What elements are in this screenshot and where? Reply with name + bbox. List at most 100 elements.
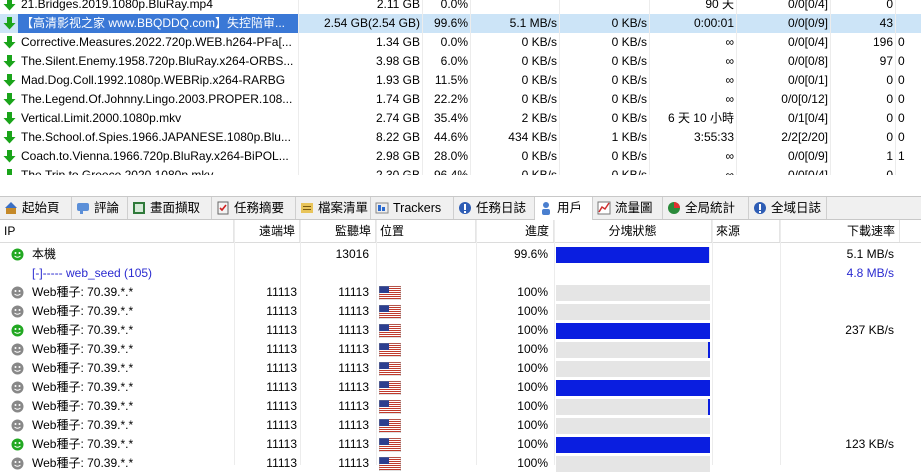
peer-row[interactable]: Web種子: 70.39.*.* 11113 11113 100% 123 KB/s — [0, 435, 921, 454]
peer-ip: 本機 — [32, 247, 57, 261]
peer-row[interactable]: [-]----- web_seed (105) 4.8 MB/s — [0, 264, 921, 283]
torrent-row[interactable]: Coach.to.Vienna.1966.720p.BluRay.x264-Bi… — [0, 147, 921, 166]
peer-progress: 100% — [517, 323, 548, 337]
torrent-extra: 0 — [898, 54, 905, 68]
peer-row[interactable]: Web種子: 70.39.*.* 11113 11113 100% — [0, 416, 921, 435]
peer-ip: Web種子: 70.39.*.* — [32, 456, 134, 470]
peer-listen-port — [300, 264, 372, 283]
peer-row[interactable]: Web種子: 70.39.*.* 11113 11113 100% — [0, 283, 921, 302]
peer-download-speed: 4.8 MB/s — [846, 266, 894, 280]
torrent-size: 2.30 GB — [299, 166, 423, 175]
tab-label: 全局統計 — [685, 201, 736, 215]
torrent-percent: 35.4% — [423, 109, 471, 128]
screenshot-icon — [133, 202, 145, 214]
torrent-row[interactable]: 21.Bridges.2019.1080p.BluRay.mp4 2.11 GB 0… — [0, 0, 921, 14]
column-remote-port[interactable]: 遠端埠 — [234, 220, 300, 242]
torrent-download-speed — [471, 0, 560, 14]
torrent-download-speed: 0 KB/s — [471, 147, 560, 166]
torrent-extra: 0 — [898, 130, 905, 144]
torrent-peers: 2/2[2/20] — [737, 128, 831, 147]
column-download-speed[interactable]: 下載速率 — [780, 220, 900, 242]
peer-progress: 100% — [517, 342, 548, 356]
torrent-eta: ∞ — [650, 147, 737, 166]
tab-task-log[interactable]: 任務日誌 — [454, 197, 535, 219]
idle-peer-icon — [11, 362, 24, 375]
torrent-upload-speed: 0 KB/s — [560, 71, 650, 90]
tab-screenshot[interactable]: 畫面擷取 — [128, 197, 212, 219]
us-flag-icon — [379, 286, 401, 300]
torrent-percent: 96.4% — [423, 166, 471, 175]
peer-progress: 100% — [517, 380, 548, 394]
tab-global-stats[interactable]: 全局統計 — [663, 197, 749, 219]
torrent-seeds: 1 — [831, 147, 896, 166]
peer-remote-port: 11113 — [266, 399, 297, 413]
tab-trackers[interactable]: Trackers — [371, 197, 454, 219]
torrent-row[interactable]: Vertical.Limit.2000.1080p.mkv 2.74 GB 35.4… — [0, 109, 921, 128]
peer-row[interactable]: Web種子: 70.39.*.* 11113 11113 100% — [0, 397, 921, 416]
torrent-download-speed: 0 KB/s — [471, 33, 560, 52]
torrent-row[interactable]: The.Trip.to.Greece.2020.1080p.mkv 2.30 GB… — [0, 166, 921, 175]
idle-peer-icon — [11, 381, 24, 394]
summary-icon — [217, 201, 229, 215]
torrent-row[interactable]: Corrective.Measures.2022.720p.WEB.h264-P… — [0, 33, 921, 52]
torrent-row[interactable]: The.Silent.Enemy.1958.720p.BluRay.x264-O… — [0, 52, 921, 71]
column-source[interactable]: 來源 — [712, 220, 780, 242]
torrent-eta: ∞ — [650, 166, 737, 175]
piece-map-tick — [708, 399, 710, 415]
tab-users[interactable]: 用戶 — [535, 197, 593, 220]
peer-row[interactable]: Web種子: 70.39.*.* 11113 11113 100% — [0, 359, 921, 378]
active-peer-icon — [11, 248, 24, 261]
torrent-name: The.Legend.Of.Johnny.Lingo.2003.PROPER.1… — [18, 90, 299, 109]
tab-label: 全域日誌 — [771, 201, 822, 215]
column-pieces[interactable]: 分塊狀態 — [554, 220, 712, 242]
torrent-row[interactable]: 【高清影视之家 www.BBQDDQ.com】失控陪审... 2.54 GB(2.… — [0, 14, 921, 33]
torrent-download-speed: 0 KB/s — [471, 52, 560, 71]
peer-progress: 100% — [517, 361, 548, 375]
tab-label: 評論 — [94, 201, 120, 215]
torrent-eta: 3:55:33 — [650, 128, 737, 147]
column-progress[interactable]: 進度 — [476, 220, 554, 242]
torrent-extra: 0 — [898, 35, 905, 49]
torrent-seeds: 0 — [831, 166, 896, 175]
idle-peer-icon — [11, 343, 24, 356]
peer-progress: 100% — [517, 437, 548, 451]
torrent-size: 3.98 GB — [299, 52, 423, 71]
trackers-icon — [375, 202, 389, 214]
tab-global-log[interactable]: 全域日誌 — [749, 197, 827, 219]
torrent-upload-speed — [560, 0, 650, 14]
column-ip[interactable]: IP — [0, 220, 234, 242]
tab-summary[interactable]: 任務摘要 — [212, 197, 296, 219]
idle-peer-icon — [11, 457, 24, 470]
peer-listen-port: 11113 — [338, 304, 369, 318]
peer-row[interactable]: Web種子: 70.39.*.* 11113 11113 100% — [0, 378, 921, 397]
piece-map-bar — [556, 418, 710, 434]
peer-listen-port: 11113 — [338, 342, 369, 356]
torrent-list: 21.Bridges.2019.1080p.BluRay.mp4 2.11 GB 0… — [0, 0, 921, 175]
torrent-percent: 99.6% — [423, 14, 471, 33]
peer-row[interactable]: Web種子: 70.39.*.* 11113 11113 100% — [0, 302, 921, 321]
peer-ip: Web種子: 70.39.*.* — [32, 418, 134, 432]
tab-home[interactable]: 起始頁 — [0, 197, 72, 219]
torrent-row[interactable]: The.Legend.Of.Johnny.Lingo.2003.PROPER.1… — [0, 90, 921, 109]
us-flag-icon — [379, 438, 401, 452]
torrent-peers: 0/0[0/9] — [737, 147, 831, 166]
peer-row[interactable]: 本機 13016 99.6% 5.1 MB/s — [0, 245, 921, 264]
torrent-download-speed: 434 KB/s — [471, 128, 560, 147]
peer-row[interactable]: Web種子: 70.39.*.* 11113 11113 100% 237 KB/s — [0, 321, 921, 340]
torrent-row[interactable]: The.School.of.Spies.1966.JAPANESE.1080p.… — [0, 128, 921, 147]
peer-row[interactable]: Web種子: 70.39.*.* 11113 11113 100% — [0, 340, 921, 359]
torrent-eta: ∞ — [650, 52, 737, 71]
peer-progress: 99.6% — [513, 247, 548, 261]
piece-map-fill — [556, 437, 710, 453]
torrent-peers: 0/0[0/8] — [737, 52, 831, 71]
piece-map-bar — [556, 323, 710, 339]
tab-file-list[interactable]: 檔案清單 — [296, 197, 371, 219]
us-flag-icon — [379, 362, 401, 376]
torrent-row[interactable]: Mad.Dog.Coll.1992.1080p.WEBRip.x264-RARB… — [0, 71, 921, 90]
column-listen-port[interactable]: 監聽埠 — [300, 220, 376, 242]
peer-row[interactable]: Web種子: 70.39.*.* 11113 11113 100% — [0, 454, 921, 473]
piece-map-fill — [556, 380, 710, 396]
tab-comment[interactable]: 評論 — [72, 197, 128, 219]
tab-traffic-graph[interactable]: 流量圖 — [593, 197, 663, 219]
column-location[interactable]: 位置 — [376, 220, 476, 242]
